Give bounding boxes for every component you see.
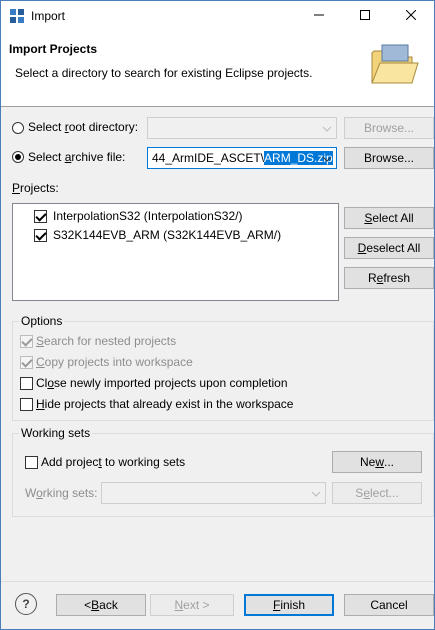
maximize-button[interactable]	[342, 1, 388, 31]
add-to-working-sets-checkbox[interactable]	[25, 456, 38, 469]
hide-existing-checkbox[interactable]	[20, 398, 33, 411]
add-to-working-sets-label: Add project to working sets	[41, 455, 186, 469]
page-title: Import Projects	[9, 42, 98, 56]
copy-projects-checkbox[interactable]	[20, 356, 33, 369]
list-item[interactable]: InterpolationS32 (InterpolationS32/)	[34, 209, 334, 225]
working-sets-group	[12, 433, 434, 517]
archive-file-radio[interactable]	[12, 151, 24, 163]
root-directory-combo[interactable]	[147, 117, 337, 139]
copy-projects-label: Copy projects into workspace	[36, 355, 193, 369]
chevron-down-icon	[311, 488, 321, 498]
footer-separator	[1, 581, 434, 582]
close-imported-label: Close newly imported projects upon compl…	[36, 376, 288, 390]
working-sets-label: Working sets:	[25, 486, 98, 500]
archive-browse-button[interactable]: Browse...	[344, 147, 434, 169]
folder-icon	[368, 39, 420, 91]
refresh-button[interactable]: Re fresh	[344, 267, 434, 289]
projects-list[interactable]: InterpolationS32 (InterpolationS32/) S32…	[12, 203, 339, 301]
search-nested-checkbox[interactable]	[20, 335, 33, 348]
chevron-down-icon	[322, 123, 332, 133]
eclipse-import-icon	[9, 8, 25, 24]
minimize-button[interactable]	[296, 1, 342, 31]
title-bar[interactable]: Import	[1, 1, 434, 31]
maximize-icon	[360, 9, 370, 23]
working-sets-legend: Working sets	[19, 426, 93, 440]
close-imported-checkbox[interactable]	[20, 377, 33, 390]
help-icon[interactable]: ?	[15, 593, 37, 615]
new-working-set-button[interactable]: Ne w...	[332, 451, 422, 473]
archive-file-label: Select archive file:	[28, 150, 126, 164]
root-directory-radio[interactable]	[12, 122, 24, 134]
project-checkbox[interactable]	[34, 210, 47, 223]
working-sets-combo[interactable]	[101, 482, 326, 504]
hide-existing-label: Hide projects that already exist in the …	[36, 397, 294, 411]
archive-file-combo[interactable]: 44_ArmIDE_ASCET\ARM_DS.zip	[147, 147, 337, 169]
window-title: Import	[31, 9, 66, 23]
chevron-down-icon	[322, 153, 332, 163]
back-button[interactable]: < Back	[56, 594, 146, 616]
next-button[interactable]: Next >	[150, 594, 234, 616]
archive-path: 44_ArmIDE_ASCET\ARM_DS.zip	[152, 151, 333, 165]
search-nested-label: Search for nested projects	[36, 334, 177, 348]
page-description: Select a directory to search for existin…	[15, 66, 313, 80]
close-icon	[405, 9, 417, 23]
list-item[interactable]: S32K144EVB_ARM (S32K144EVB_ARM/)	[34, 228, 334, 244]
options-legend: Options	[19, 314, 65, 328]
project-label: S32K144EVB_ARM (S32K144EVB_ARM/)	[53, 228, 282, 242]
select-working-sets-button[interactable]: Se lect...	[332, 482, 422, 504]
deselect-all-button[interactable]: Deselect All	[344, 237, 434, 259]
minimize-icon	[314, 9, 324, 23]
select-all-button[interactable]: Select All	[344, 207, 434, 229]
project-checkbox[interactable]	[34, 229, 47, 242]
root-directory-label: Select root directory:	[28, 120, 139, 134]
wizard-header: Import Projects Select a directory to se…	[1, 31, 434, 107]
import-dialog: Import Import Projects Select a director…	[0, 0, 435, 630]
project-label: InterpolationS32 (InterpolationS32/)	[53, 209, 243, 223]
finish-button[interactable]: Finish	[244, 594, 334, 616]
close-button[interactable]	[388, 1, 434, 31]
root-browse-button[interactable]: Browse...	[344, 117, 434, 139]
projects-label: Projects:	[12, 181, 59, 195]
cancel-button[interactable]: Cancel	[344, 594, 434, 616]
